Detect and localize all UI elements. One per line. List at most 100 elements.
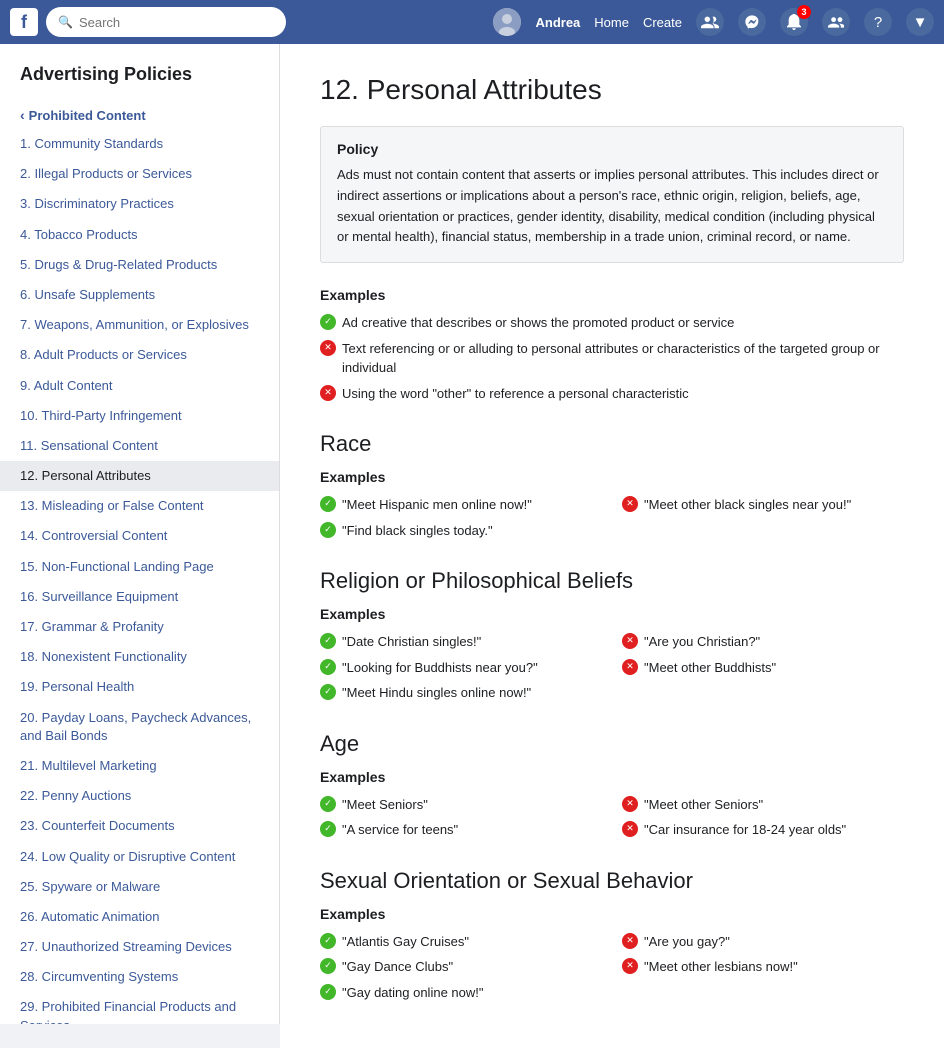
x-icon: ✕ <box>622 796 638 812</box>
x-icon: ✕ <box>622 659 638 675</box>
empty-cell <box>622 683 904 703</box>
example-item: ✓"Meet Hindu singles online now!" <box>320 683 602 703</box>
sidebar-item-15[interactable]: 16. Surveillance Equipment <box>0 582 279 612</box>
general-examples-list: ✓Ad creative that describes or shows the… <box>320 313 904 403</box>
example-item: ✕Text referencing or or alluding to pers… <box>320 339 904 378</box>
notifications-icon[interactable]: 3 <box>780 8 808 36</box>
empty-cell <box>622 521 904 541</box>
sidebar-item-6[interactable]: 7. Weapons, Ammunition, or Explosives <box>0 310 279 340</box>
example-text: "Gay dating online now!" <box>342 983 483 1003</box>
sidebar-item-11[interactable]: 12. Personal Attributes <box>0 461 279 491</box>
section-title-1: Religion or Philosophical Beliefs <box>320 568 904 594</box>
example-text: "Find black singles today." <box>342 521 493 541</box>
facebook-logo[interactable]: f <box>10 8 38 36</box>
sidebar-item-2[interactable]: 3. Discriminatory Practices <box>0 189 279 219</box>
example-item: ✓ "Date Christian singles!" <box>320 632 602 652</box>
sidebar-item-17[interactable]: 18. Nonexistent Functionality <box>0 642 279 672</box>
section-title-3: Sexual Orientation or Sexual Behavior <box>320 868 904 894</box>
sidebar-item-27[interactable]: 28. Circumventing Systems <box>0 962 279 992</box>
example-item: ✕"Meet other black singles near you!" <box>622 495 904 515</box>
section-examples-grid-2: ✓ "Meet Seniors" ✕"Meet other Seniors" ✓ "A … <box>320 795 904 840</box>
example-text: "Meet Seniors" <box>342 795 428 815</box>
sidebar-item-18[interactable]: 19. Personal Health <box>0 672 279 702</box>
sidebar-item-19[interactable]: 20. Payday Loans, Paycheck Advances, and… <box>0 703 279 751</box>
example-item: ✕"Are you Christian?" <box>622 632 904 652</box>
sidebar-item-25[interactable]: 26. Automatic Animation <box>0 902 279 932</box>
example-text: "Looking for Buddhists near you?" <box>342 658 538 678</box>
sidebar-section-header[interactable]: Prohibited Content <box>0 101 279 129</box>
search-bar[interactable]: 🔍 <box>46 7 286 37</box>
topnav-right-actions: Andrea Home Create 3 ? ▼ <box>493 8 934 36</box>
policy-text: Ads must not contain content that assert… <box>337 165 887 248</box>
home-link[interactable]: Home <box>594 15 629 30</box>
example-item: ✕"Meet other Buddhists" <box>622 658 904 678</box>
section-examples-label-3: Examples <box>320 906 904 922</box>
example-item: ✓ "Gay dating online now!" <box>320 983 602 1003</box>
section-examples-label-0: Examples <box>320 469 904 485</box>
sections-container: Race Examples ✓"Meet Hispanic men online n… <box>320 431 904 1002</box>
sidebar-item-24[interactable]: 25. Spyware or Malware <box>0 872 279 902</box>
example-text: "Are you Christian?" <box>644 632 760 652</box>
dropdown-icon[interactable]: ▼ <box>906 8 934 36</box>
sidebar-item-21[interactable]: 22. Penny Auctions <box>0 781 279 811</box>
example-item: ✕"Meet other Seniors" <box>622 795 904 815</box>
sidebar-title: Advertising Policies <box>0 64 279 101</box>
example-text: "Gay Dance Clubs" <box>342 957 453 977</box>
sidebar-item-4[interactable]: 5. Drugs & Drug-Related Products <box>0 250 279 280</box>
sidebar-item-7[interactable]: 8. Adult Products or Services <box>0 340 279 370</box>
sidebar-item-23[interactable]: 24. Low Quality or Disruptive Content <box>0 842 279 872</box>
sidebar-item-0[interactable]: 1. Community Standards <box>0 129 279 159</box>
example-item: ✕"Car insurance for 18-24 year olds" <box>622 820 904 840</box>
create-link[interactable]: Create <box>643 15 682 30</box>
check-icon: ✓ <box>320 984 336 1000</box>
sidebar-item-1[interactable]: 2. Illegal Products or Services <box>0 159 279 189</box>
check-icon: ✓ <box>320 796 336 812</box>
x-icon: ✕ <box>622 933 638 949</box>
check-icon: ✓ <box>320 821 336 837</box>
top-navigation: f 🔍 Andrea Home Create 3 ? ▼ <box>0 0 944 44</box>
example-text: "A service for teens" <box>342 820 458 840</box>
example-text: "Date Christian singles!" <box>342 632 481 652</box>
sidebar-item-8[interactable]: 9. Adult Content <box>0 371 279 401</box>
policy-box: Policy Ads must not contain content that… <box>320 126 904 263</box>
check-icon: ✓ <box>320 684 336 700</box>
example-text: "Atlantis Gay Cruises" <box>342 932 469 952</box>
sidebar-item-5[interactable]: 6. Unsafe Supplements <box>0 280 279 310</box>
check-icon: ✓ <box>320 933 336 949</box>
example-item: ✓Ad creative that describes or shows the… <box>320 313 904 333</box>
avatar[interactable] <box>493 8 521 36</box>
example-item: ✓"Meet Hispanic men online now!" <box>320 495 602 515</box>
section-title-0: Race <box>320 431 904 457</box>
search-icon: 🔍 <box>58 15 73 29</box>
search-input[interactable] <box>79 15 274 30</box>
sidebar-item-3[interactable]: 4. Tobacco Products <box>0 220 279 250</box>
username-label[interactable]: Andrea <box>535 15 580 30</box>
sidebar-item-9[interactable]: 10. Third-Party Infringement <box>0 401 279 431</box>
sidebar-item-16[interactable]: 17. Grammar & Profanity <box>0 612 279 642</box>
example-text: "Meet other lesbians now!" <box>644 957 798 977</box>
example-item: ✓ "A service for teens" <box>320 820 602 840</box>
sidebar-item-22[interactable]: 23. Counterfeit Documents <box>0 811 279 841</box>
sidebar-item-12[interactable]: 13. Misleading or False Content <box>0 491 279 521</box>
sidebar-item-20[interactable]: 21. Multilevel Marketing <box>0 751 279 781</box>
friend-requests-icon[interactable] <box>822 8 850 36</box>
sidebar-item-26[interactable]: 27. Unauthorized Streaming Devices <box>0 932 279 962</box>
example-item: ✕Using the word "other" to reference a p… <box>320 384 904 404</box>
messenger-icon[interactable] <box>738 8 766 36</box>
example-item: ✕"Are you gay?" <box>622 932 904 952</box>
sidebar-item-13[interactable]: 14. Controversial Content <box>0 521 279 551</box>
friends-icon[interactable] <box>696 8 724 36</box>
section-examples-label-2: Examples <box>320 769 904 785</box>
sidebar-item-14[interactable]: 15. Non-Functional Landing Page <box>0 552 279 582</box>
main-content: 12. Personal Attributes Policy Ads must … <box>280 44 944 1048</box>
page-title: 12. Personal Attributes <box>320 74 904 106</box>
sidebar: Advertising Policies Prohibited Content … <box>0 44 280 1024</box>
check-icon: ✓ <box>320 633 336 649</box>
example-item: ✓ "Gay Dance Clubs" <box>320 957 602 977</box>
sidebar-item-10[interactable]: 11. Sensational Content <box>0 431 279 461</box>
example-item: ✓ "Meet Seniors" <box>320 795 602 815</box>
help-icon[interactable]: ? <box>864 8 892 36</box>
sidebar-item-28[interactable]: 29. Prohibited Financial Products and Se… <box>0 992 279 1024</box>
check-icon: ✓ <box>320 958 336 974</box>
section-title-2: Age <box>320 731 904 757</box>
